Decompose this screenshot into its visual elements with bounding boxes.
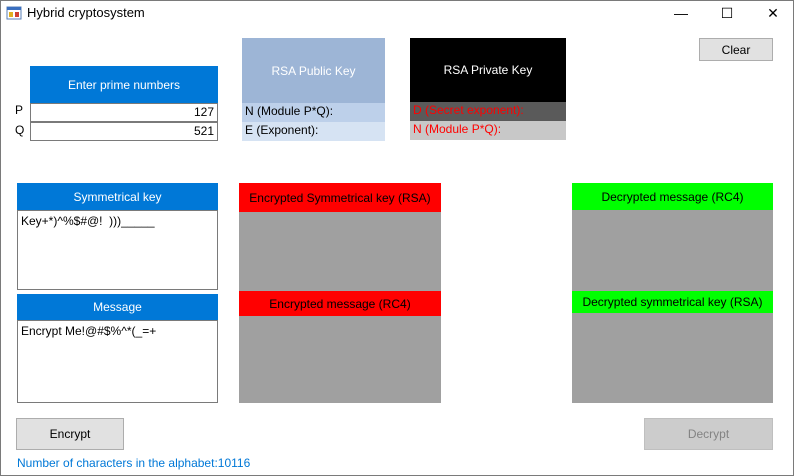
- decrypted-message-output[interactable]: [572, 210, 773, 291]
- public-key-header-label: RSA Public Key: [271, 63, 356, 78]
- message-textbox[interactable]: Encrypt Me!@#$%^*(_=+: [17, 320, 218, 403]
- message-header: Message: [17, 294, 218, 320]
- symmetric-key-header: Symmetrical key: [17, 183, 218, 210]
- public-key-n-label: N (Module P*Q):: [245, 104, 334, 118]
- close-icon: ✕: [767, 4, 779, 21]
- decrypted-sym-key-output[interactable]: [572, 313, 773, 403]
- app-icon: [6, 6, 22, 20]
- encrypted-message-header-label: Encrypted message (RC4): [269, 296, 411, 311]
- window-title: Hybrid cryptosystem: [27, 5, 145, 20]
- private-key-header: RSA Private Key: [410, 38, 566, 102]
- encrypted-message-output[interactable]: [239, 316, 441, 403]
- decrypted-sym-key-header-label: Decrypted symmetrical key (RSA): [582, 295, 763, 309]
- private-key-d-row: D (Secret exponent):: [410, 102, 566, 121]
- maximize-button[interactable]: ☐: [704, 1, 750, 25]
- private-key-n-label: N (Module P*Q):: [413, 122, 502, 136]
- clear-button[interactable]: Clear: [699, 38, 773, 61]
- minimize-button[interactable]: —: [658, 1, 704, 25]
- close-button[interactable]: ✕: [750, 1, 794, 25]
- public-key-n-row: N (Module P*Q):: [242, 103, 385, 122]
- private-key-header-label: RSA Private Key: [443, 63, 533, 77]
- q-input[interactable]: 521: [30, 122, 218, 141]
- public-key-e-row: E (Exponent):: [242, 122, 385, 141]
- symmetric-key-header-label: Symmetrical key: [73, 189, 162, 204]
- message-header-label: Message: [93, 300, 142, 314]
- public-key-header: RSA Public Key: [242, 38, 385, 103]
- minimize-icon: —: [674, 5, 688, 21]
- decrypted-sym-key-header: Decrypted symmetrical key (RSA): [572, 291, 773, 313]
- primes-header: Enter prime numbers: [30, 66, 218, 103]
- q-label: Q: [15, 123, 25, 137]
- p-label: P: [15, 103, 24, 117]
- maximize-icon: ☐: [720, 4, 734, 21]
- decrypted-message-header: Decrypted message (RC4): [572, 183, 773, 210]
- encrypted-sym-key-header-label: Encrypted Symmetrical key (RSA): [249, 190, 431, 205]
- encrypted-message-header: Encrypted message (RC4): [239, 291, 441, 316]
- encrypted-sym-key-header: Encrypted Symmetrical key (RSA): [239, 183, 441, 212]
- decrypt-button[interactable]: Decrypt: [644, 418, 773, 450]
- encrypt-button[interactable]: Encrypt: [16, 418, 124, 450]
- app-window: Hybrid cryptosystem — ☐ ✕ Clear Enter pr…: [0, 0, 794, 476]
- client-area: Clear Enter prime numbers P 127 Q 521 RS…: [1, 25, 793, 475]
- encrypted-sym-key-output[interactable]: [239, 212, 441, 291]
- decrypted-message-header-label: Decrypted message (RC4): [601, 189, 744, 204]
- title-bar: Hybrid cryptosystem — ☐ ✕: [1, 1, 793, 25]
- public-key-e-label: E (Exponent):: [245, 123, 319, 137]
- primes-header-label: Enter prime numbers: [67, 77, 181, 92]
- private-key-d-label: D (Secret exponent):: [413, 103, 524, 117]
- symmetric-key-textbox[interactable]: Key+*)^%$#@! )))_____: [17, 210, 218, 290]
- private-key-n-row: N (Module P*Q):: [410, 121, 566, 140]
- p-input[interactable]: 127: [30, 103, 218, 122]
- alphabet-status: Number of characters in the alphabet:101…: [17, 456, 251, 470]
